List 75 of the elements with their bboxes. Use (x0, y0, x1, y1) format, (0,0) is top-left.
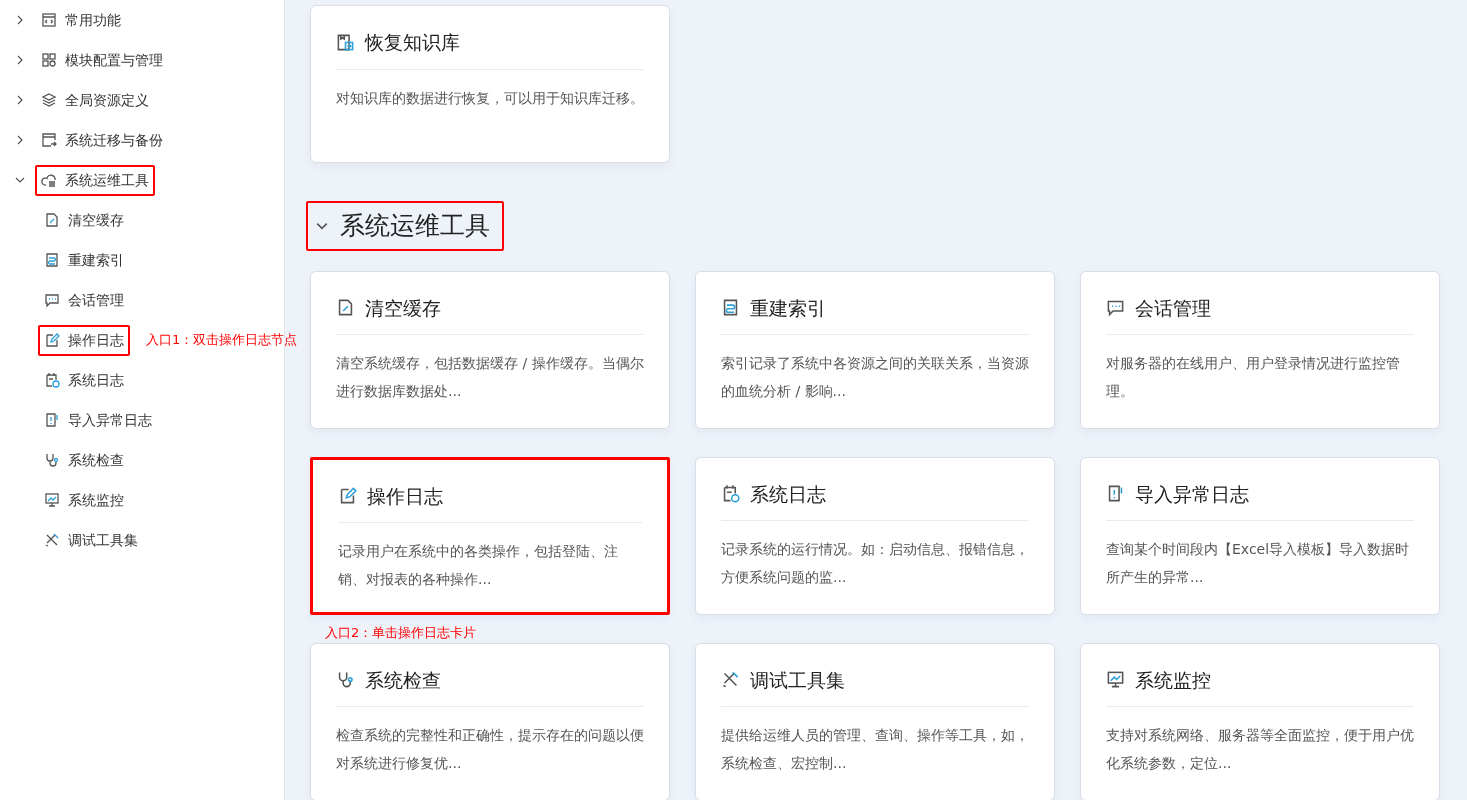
card-title: 导入异常日志 (1106, 479, 1414, 521)
card-title: 调试工具集 (721, 665, 1029, 707)
edit-icon (44, 332, 60, 348)
layers-icon (41, 92, 57, 108)
sidebar-item[interactable]: 模块配置与管理 (35, 44, 169, 76)
card-description: 对知识库的数据进行恢复，可以用于知识库迁移。 (336, 88, 644, 108)
card-title: 恢复知识库 (336, 28, 644, 70)
tool-card[interactable]: 系统日志 记录系统的运行情况。如：启动信息、报错信息，方便系统问题的监... (695, 456, 1055, 615)
sidebar-item[interactable]: 系统日志 (38, 364, 130, 396)
chat-icon (44, 292, 60, 308)
document-alert-icon (44, 412, 60, 428)
card-description: 索引记录了系统中各资源之间的关联关系，当资源的血统分析 / 影响... (721, 354, 1029, 401)
card-description: 记录用户在系统中的各类操作，包括登陆、注销、对报表的各种操作... (338, 542, 619, 589)
tool-card[interactable]: 清空缓存 清空系统缓存，包括数据缓存 / 操作缓存。当偶尔进行数据库数据处... (310, 270, 670, 429)
tools-icon (44, 532, 60, 548)
chat-icon (1106, 298, 1125, 318)
sidebar-item[interactable]: 操作日志 (38, 324, 130, 356)
tool-card[interactable]: 导入异常日志 查询某个时间段内【Excel导入模板】导入数据时所产生的异常... (1080, 456, 1440, 615)
sidebar-item[interactable]: 调试工具集 (38, 524, 144, 556)
tool-card[interactable]: 系统监控 支持对系统网络、服务器等全面监控，便于用户优化系统参数，定位... (1080, 642, 1440, 800)
monitor-chart-icon (44, 492, 60, 508)
card-description: 查询某个时间段内【Excel导入模板】导入数据时所产生的异常... (1106, 540, 1411, 587)
chevron-right-icon[interactable] (15, 15, 25, 25)
monitor-chart-icon (1106, 670, 1125, 690)
sidebar-item[interactable]: 清空缓存 (38, 204, 130, 236)
calendar-clock-icon (44, 372, 60, 388)
document-brush-icon (44, 212, 60, 228)
chevron-down-icon[interactable] (15, 175, 25, 185)
document-brush-icon (336, 298, 355, 318)
card-description: 提供给运维人员的管理、查询、操作等工具，如，系统检查、宏控制... (721, 726, 1029, 773)
document-flow-icon (44, 252, 60, 268)
sidebar-item[interactable]: 系统监控 (38, 484, 130, 516)
calendar-clock-icon (721, 484, 740, 504)
chevron-right-icon[interactable] (15, 95, 25, 105)
sidebar-item[interactable]: 系统运维工具 (35, 164, 155, 196)
chevron-right-icon[interactable] (15, 135, 25, 145)
sidebar-item[interactable]: 常用功能 (35, 4, 127, 36)
sidebar-item[interactable]: 重建索引 (38, 244, 130, 276)
annotation-text: 入口2：单击操作日志卡片 (325, 623, 477, 642)
database-restore-icon (336, 32, 355, 52)
card-description: 记录系统的运行情况。如：启动信息、报错信息，方便系统问题的监... (721, 540, 1029, 587)
window-arrow-icon (41, 132, 57, 148)
card-title: 操作日志 (338, 481, 642, 523)
card-description: 检查系统的完整性和正确性，提示存在的问题以便对系统进行修复优... (336, 726, 644, 773)
edit-icon (338, 486, 357, 506)
sidebar-item[interactable]: 系统检查 (38, 444, 130, 476)
card-description: 清空系统缓存，包括数据缓存 / 操作缓存。当偶尔进行数据库数据处... (336, 354, 644, 401)
card-title: 清空缓存 (336, 293, 644, 335)
stethoscope-icon (336, 670, 355, 690)
stethoscope-icon (44, 452, 60, 468)
tool-card[interactable]: 会话管理 对服务器的在线用户、用户登录情况进行监控管理。 (1080, 270, 1440, 429)
tool-card[interactable]: 重建索引 索引记录了系统中各资源之间的关联关系，当资源的血统分析 / 影响... (695, 270, 1055, 429)
card-description: 支持对系统网络、服务器等全面监控，便于用户优化系统参数，定位... (1106, 726, 1414, 773)
tool-card[interactable]: 调试工具集 提供给运维人员的管理、查询、操作等工具，如，系统检查、宏控制... (695, 642, 1055, 800)
sidebar-item[interactable]: 全局资源定义 (35, 84, 155, 116)
sidebar-item[interactable]: 系统迁移与备份 (35, 124, 169, 156)
document-flow-icon (721, 298, 740, 318)
annotation-text: 入口1：双击操作日志节点 (146, 331, 298, 350)
chevron-right-icon[interactable] (15, 55, 25, 65)
section-header[interactable]: 系统运维工具 (306, 201, 504, 251)
card-title: 系统监控 (1106, 665, 1414, 707)
grid-icon (41, 52, 57, 68)
sidebar-item[interactable]: 会话管理 (38, 284, 130, 316)
tool-card[interactable]: 系统检查 检查系统的完整性和正确性，提示存在的问题以便对系统进行修复优... (310, 642, 670, 800)
tools-icon (721, 670, 740, 690)
tool-card[interactable]: 操作日志 记录用户在系统中的各类操作，包括登陆、注销、对报表的各种操作... (310, 456, 670, 615)
card-description: 对服务器的在线用户、用户登录情况进行监控管理。 (1106, 354, 1401, 401)
document-alert-icon (1106, 484, 1125, 504)
card-title: 系统日志 (721, 479, 1029, 521)
card-title: 会话管理 (1106, 293, 1414, 335)
sidebar-item[interactable]: 导入异常日志 (38, 404, 158, 436)
tool-card[interactable]: 恢复知识库 对知识库的数据进行恢复，可以用于知识库迁移。 (310, 5, 670, 163)
card-title: 系统检查 (336, 665, 644, 707)
code-window-icon (41, 12, 57, 28)
card-title: 重建索引 (721, 293, 1029, 335)
